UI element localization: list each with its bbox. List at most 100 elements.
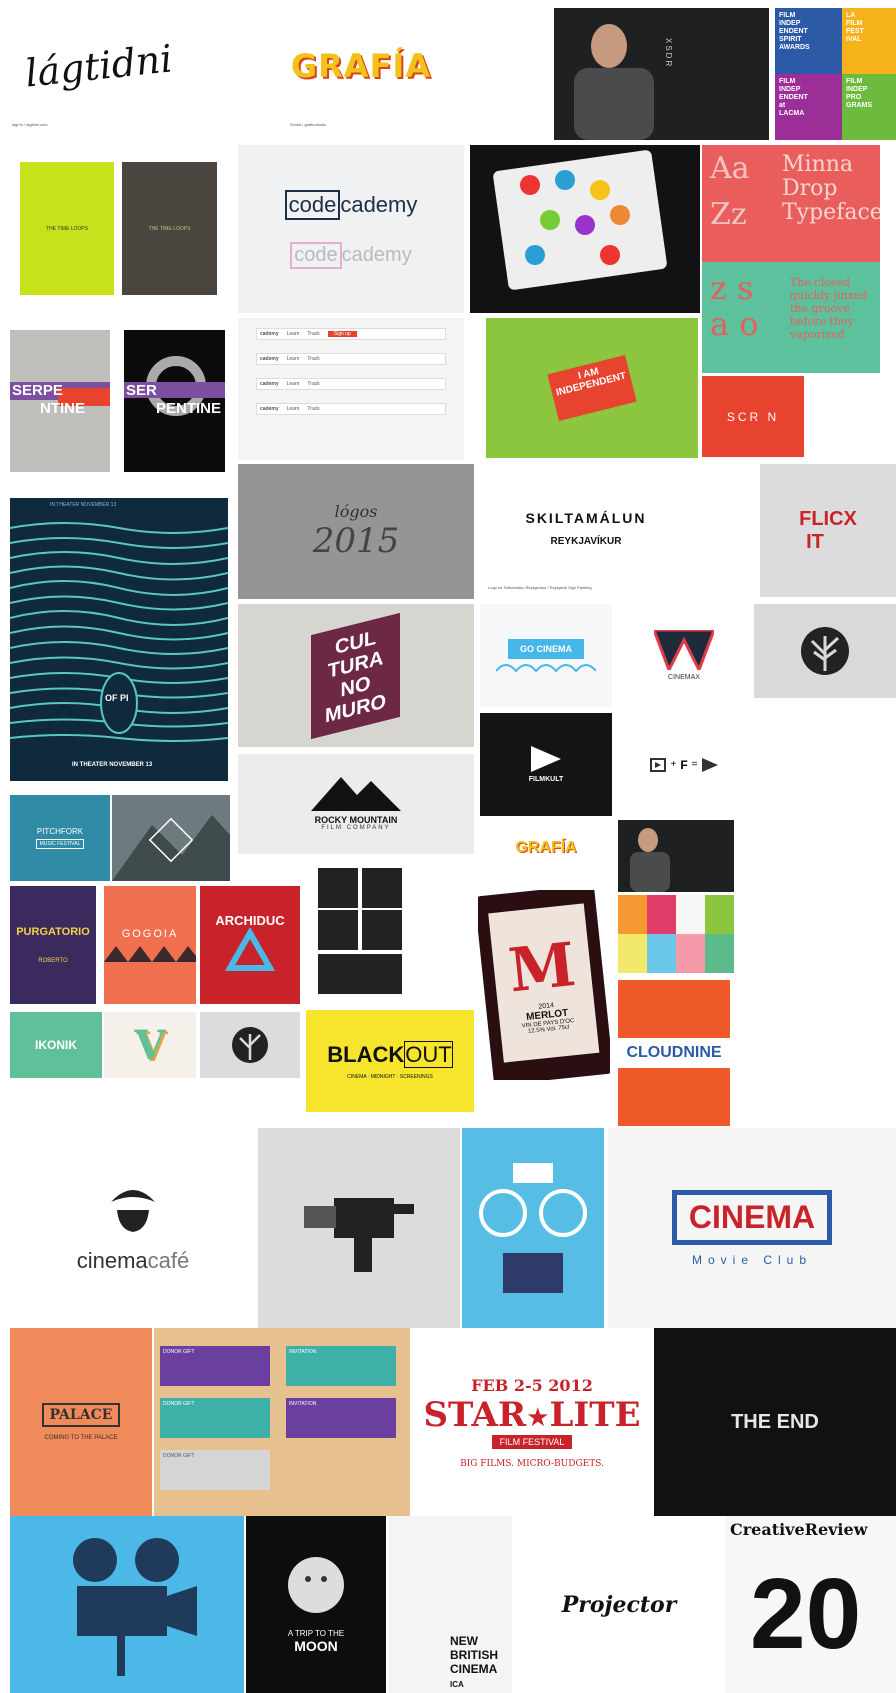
- cinemacafe-tile[interactable]: cinemacafé: [10, 1128, 256, 1324]
- formula-tile[interactable]: + F =: [618, 713, 750, 816]
- rocky-mountain-tile[interactable]: ROCKY MOUNTAIN FILM COMPANY: [238, 754, 474, 854]
- minna-typeface-tile[interactable]: Aa Zz Minna Drop Typeface z s a o The cl…: [702, 145, 880, 373]
- tree-logo-small-tile[interactable]: [200, 1012, 300, 1078]
- camera-reels-tile[interactable]: [10, 1516, 244, 1693]
- serpentine-tile[interactable]: SERPE NTINE SER PENTINE: [10, 330, 225, 472]
- swatch-tile[interactable]: [618, 895, 734, 973]
- merlot-tile[interactable]: M 2014 MERLOT VIN DE PAYS D'OC 12.5% Vol…: [478, 890, 610, 1080]
- the-end-tile[interactable]: THE END: [654, 1328, 896, 1516]
- camera-tile[interactable]: [258, 1128, 460, 1328]
- logos-title: lógos: [334, 502, 378, 521]
- mountain-photo-tile[interactable]: [112, 795, 230, 881]
- waves-poster-tile[interactable]: IN THEATER NOVEMBER 13 OF PI IN THEATER …: [10, 498, 228, 781]
- new-british-cinema-tile[interactable]: NEW BRITISH CINEMA ICA: [388, 1516, 512, 1693]
- purgatorio-title: PURGATORIO: [16, 926, 90, 938]
- card-purple-1: DONOR GIFT: [160, 1346, 270, 1386]
- mountain-photo: [112, 815, 230, 881]
- ikonik-tile[interactable]: IKONIK: [10, 1012, 102, 1078]
- tree-circle-icon: [801, 627, 849, 675]
- gocinema-logo: GO CINEMA: [507, 638, 584, 659]
- grafia-caption: Grafía / grafia.studio: [290, 122, 327, 127]
- film-frame-icon: [650, 757, 667, 772]
- cloudnine-box: CLOUDNINE: [618, 1038, 730, 1068]
- cultura-tile[interactable]: CUL TURA NO MURO: [238, 604, 474, 747]
- spirit-awards-tile[interactable]: FILM INDEP ENDENT SPIRIT AWARDS LA FILM …: [775, 8, 896, 140]
- lagtidni-logo: lágtidni: [23, 36, 175, 96]
- starlite-lite: LITE: [549, 1394, 641, 1435]
- grafia-small-tile[interactable]: GRAFÍA: [480, 826, 612, 870]
- codecademy-cademy: cademy: [340, 191, 418, 217]
- mountain-icon: [311, 777, 401, 811]
- archiduc-tile[interactable]: ARCHIDUC: [200, 886, 300, 1004]
- spirit-yellow: LA FILM FEST IVAL: [842, 8, 896, 74]
- flicx-tile[interactable]: FLICX IT: [760, 464, 896, 597]
- spirit-green: FILM INDEP PRO GRAMS: [842, 74, 896, 140]
- cinema-club-tile[interactable]: CINEMA Movie Club: [608, 1128, 896, 1328]
- independent-tile[interactable]: I AM INDEPENDENT: [486, 318, 698, 458]
- purgatorio-tile[interactable]: PURGATORIO ROBERTO: [10, 886, 96, 1004]
- formula-eq: =: [691, 759, 698, 770]
- gogola-tile[interactable]: GOGOIA: [104, 886, 196, 1004]
- squares-tile[interactable]: [318, 868, 402, 994]
- lagtidni-tile[interactable]: lágtidni lagt fn / lagtidni.com: [10, 2, 188, 130]
- waves-header: IN THEATER NOVEMBER 13: [50, 502, 117, 508]
- v-letter-tile[interactable]: V: [104, 1012, 196, 1078]
- filmkult-tile[interactable]: FILMKULT: [480, 713, 612, 816]
- cyclist-tile[interactable]: [462, 1128, 604, 1328]
- tree-logo-tile[interactable]: [754, 604, 896, 698]
- card-teal-1: DONOR GIFT: [160, 1398, 270, 1438]
- waves-badge: OF PI: [105, 693, 129, 703]
- lagtidni-caption: lagt fn / lagtidni.com: [12, 122, 48, 127]
- spirit-blue: FILM INDEP ENDENT SPIRIT AWARDS: [775, 8, 842, 74]
- square-2: [362, 868, 402, 908]
- nav-row-1: cademy Learn Track Sign up: [256, 328, 446, 340]
- gocinema-seats: [496, 663, 596, 673]
- grafia-tile[interactable]: GRAFÍA Grafía / grafia.studio: [262, 2, 460, 130]
- palace-title: PALACE: [41, 1403, 121, 1427]
- serpentine-light: SERPE NTINE: [10, 330, 110, 472]
- skiltamalun-tile[interactable]: SKILTAMÁLUN REYKJAVÍKUR Logo for Skiltam…: [480, 464, 692, 592]
- pattern-bag-tile[interactable]: [470, 145, 700, 313]
- card-teal-2: INVITATION: [286, 1346, 396, 1386]
- codecademy-code: code: [284, 189, 341, 220]
- cultura-block: CUL TURA NO MURO: [311, 612, 401, 739]
- invitation-cards-tile[interactable]: DONOR GIFT DONOR GIFT DONOR GIFT INVITAT…: [154, 1328, 410, 1516]
- moon-line2: MOON: [294, 1638, 338, 1654]
- portrait-figure: [574, 24, 654, 140]
- portrait-small-figure: [630, 828, 670, 892]
- portrait-tile[interactable]: XSDR: [554, 8, 769, 140]
- cinemax-tile[interactable]: CINEMAX: [618, 604, 750, 707]
- portrait-small-tile[interactable]: [618, 820, 734, 892]
- moon-tile[interactable]: A TRIP TO THE MOON: [246, 1516, 386, 1693]
- formula-plus: +: [670, 759, 677, 770]
- ikonik-title: IKONIK: [35, 1038, 77, 1052]
- cinemacafe-cinema: cinema: [76, 1248, 148, 1273]
- palace-tile[interactable]: PALACE COMING TO THE PALACE: [10, 1328, 152, 1516]
- nbc-line1: NEW: [450, 1634, 478, 1648]
- gocinema-tile[interactable]: GO CINEMA: [480, 604, 612, 707]
- screen-tile[interactable]: SCR N: [702, 376, 804, 457]
- moon-line1: A TRIP TO THE: [287, 1629, 345, 1638]
- cinemacafe-cafe: café: [147, 1248, 190, 1273]
- starlite-tile[interactable]: FEB 2-5 2012 STAR★LITE FILM FESTIVAL BIG…: [412, 1328, 652, 1516]
- codecademy-tile[interactable]: code cademy code cademy: [238, 145, 464, 313]
- merlot-label: M 2014 MERLOT VIN DE PAYS D'OC 12.5% Vol…: [488, 903, 600, 1063]
- blackout-tile[interactable]: BLACKOUT CINEMA · MIDNIGHT · SCREENINGS: [306, 1010, 474, 1112]
- pitchfork-tile[interactable]: PITCHFORK MUSIC FESTIVAL: [10, 795, 110, 881]
- nbc-ica: ICA: [450, 1680, 464, 1689]
- formula-f: F: [680, 757, 688, 772]
- square-5: [318, 954, 402, 994]
- nav-row-3: cademy Learn Track: [256, 378, 446, 390]
- creative-review-tile[interactable]: CreativeReview 20: [726, 1516, 896, 1693]
- rocky-line1: ROCKY MOUNTAIN: [314, 815, 398, 825]
- starlite-sub: BIG FILMS. MICRO-BUDGETS.: [460, 1458, 604, 1469]
- pattern-bag-art: [493, 150, 667, 290]
- nbc-line3: CINEMA: [450, 1662, 498, 1676]
- books-tile[interactable]: THE TIME LOOPS THE TIME LOOPS: [10, 150, 225, 310]
- logos-2015-tile[interactable]: lógos 2015: [238, 464, 474, 599]
- projector-tile[interactable]: Projector: [514, 1516, 724, 1693]
- cloudnine-tile[interactable]: CLOUDNINE: [618, 980, 730, 1126]
- codecademy-nav-tile[interactable]: cademy Learn Track Sign up cademy Learn Track…: [238, 318, 464, 460]
- skilta-line2: REYKJAVÍKUR: [550, 535, 622, 547]
- pitchfork-title: PITCHFORK: [36, 827, 84, 836]
